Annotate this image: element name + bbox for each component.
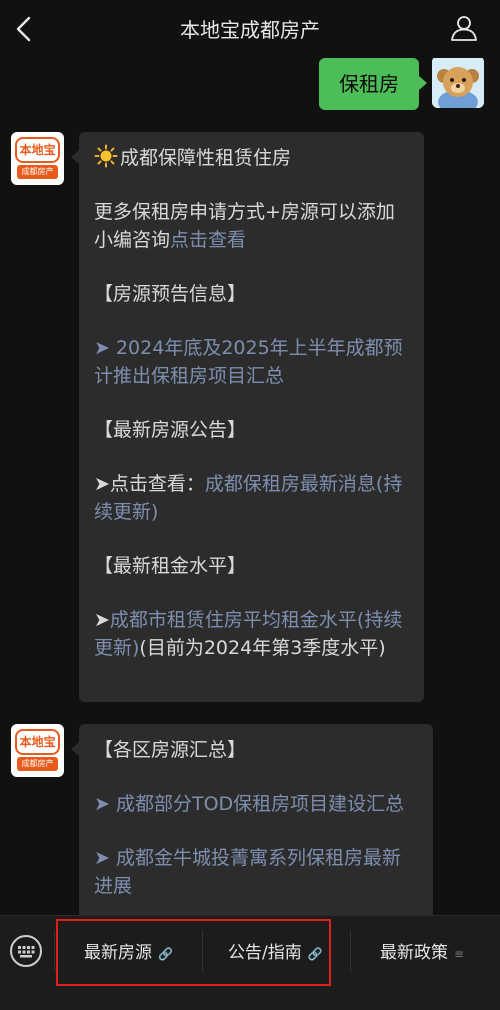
page-title: 本地宝成都房产: [180, 18, 320, 42]
view-details-link[interactable]: 点击查看: [170, 229, 246, 251]
menu-item-announcements-guide[interactable]: 公告/指南 🔗: [228, 936, 323, 970]
rent-item: ➤成都市租赁住房平均租金水平(持续更新)(目前为2024年第3季度水平): [94, 606, 410, 662]
navbar: 本地宝成都房产: [0, 0, 500, 58]
bot-message-bubble[interactable]: 成都保障性租赁住房 更多保租房申请方式+房源可以添加小编咨询点击查看 【房源预告…: [71, 132, 424, 702]
arrow-marker: ➤: [94, 847, 116, 869]
arrow-marker: ➤: [94, 337, 116, 359]
menu-divider: [54, 930, 55, 972]
section-heading: 【最新房源公告】: [94, 419, 247, 441]
district-item: ➤ 成都金牛城投菁寓系列保租房最新进展: [94, 844, 419, 900]
section-heading: 【房源预告信息】: [94, 283, 247, 305]
profile-icon[interactable]: [450, 14, 478, 42]
logo-text: 本地宝: [15, 137, 60, 163]
menu-item-label: 公告/指南: [228, 943, 302, 963]
forecast-item: ➤ 2024年底及2025年上半年成都预计推出保租房项目汇总: [94, 334, 410, 390]
menu-item-latest-policy[interactable]: 最新政策 ≡: [380, 936, 464, 970]
logo-text: 本地宝: [15, 729, 60, 755]
message-title: 成都保障性租赁住房: [120, 147, 292, 169]
logo-subtext: 成都房产: [17, 165, 58, 179]
section-heading: 【各区房源汇总】: [94, 739, 247, 761]
bottom-menu-bar: 最新房源 🔗 公告/指南 🔗 最新政策 ≡: [0, 915, 500, 1010]
bot-message-bubble[interactable]: 【各区房源汇总】 ➤ 成都部分TOD保租房项目建设汇总 ➤ 成都金牛城投菁寓系列…: [71, 724, 433, 915]
announcement-prefix: ➤点击查看：: [94, 473, 205, 495]
district-item: ➤ 成都部分TOD保租房项目建设汇总: [94, 790, 419, 818]
forecast-projects-link[interactable]: 2024年底及2025年上半年成都预计推出保租房项目汇总: [94, 337, 403, 387]
message-title-line: 成都保障性租赁住房: [94, 144, 410, 172]
menu-item-label: 最新房源: [84, 943, 152, 963]
arrow-marker: ➤: [94, 793, 116, 815]
menu-icon: ≡: [454, 947, 465, 961]
intro-paragraph: 更多保租房申请方式+房源可以添加小编咨询点击查看: [94, 198, 410, 254]
bot-avatar[interactable]: 本地宝 成都房产: [11, 724, 64, 777]
menu-item-latest-listings[interactable]: 最新房源 🔗: [84, 936, 173, 970]
user-avatar[interactable]: [432, 58, 484, 108]
keyboard-icon[interactable]: [9, 934, 43, 968]
arrow-marker: ➤: [94, 609, 110, 631]
teddy-bear-avatar-image: [432, 58, 484, 108]
bot-avatar[interactable]: 本地宝 成都房产: [11, 132, 64, 185]
menu-divider: [202, 930, 203, 972]
menu-divider: [350, 930, 351, 972]
rent-note: (目前为2024年第3季度水平): [139, 637, 386, 659]
chat-area[interactable]: 保租房 本地宝 成都房产 成都保障性租赁住房 更多保租房申请方式+房源可以添加小…: [0, 58, 500, 915]
user-message-bubble[interactable]: 保租房: [319, 58, 427, 110]
section-heading: 【最新租金水平】: [94, 555, 247, 577]
announcement-item: ➤点击查看：成都保租房最新消息(持续更新): [94, 470, 410, 526]
tod-projects-link[interactable]: 成都部分TOD保租房项目建设汇总: [116, 793, 404, 815]
menu-item-label: 最新政策: [380, 943, 448, 963]
link-icon: 🔗: [307, 947, 323, 961]
link-icon: 🔗: [158, 947, 173, 961]
logo-subtext: 成都房产: [17, 757, 58, 771]
sun-icon: [94, 144, 118, 168]
jinniu-projects-link[interactable]: 成都金牛城投菁寓系列保租房最新进展: [94, 847, 401, 897]
user-message-text: 保租房: [339, 72, 399, 96]
